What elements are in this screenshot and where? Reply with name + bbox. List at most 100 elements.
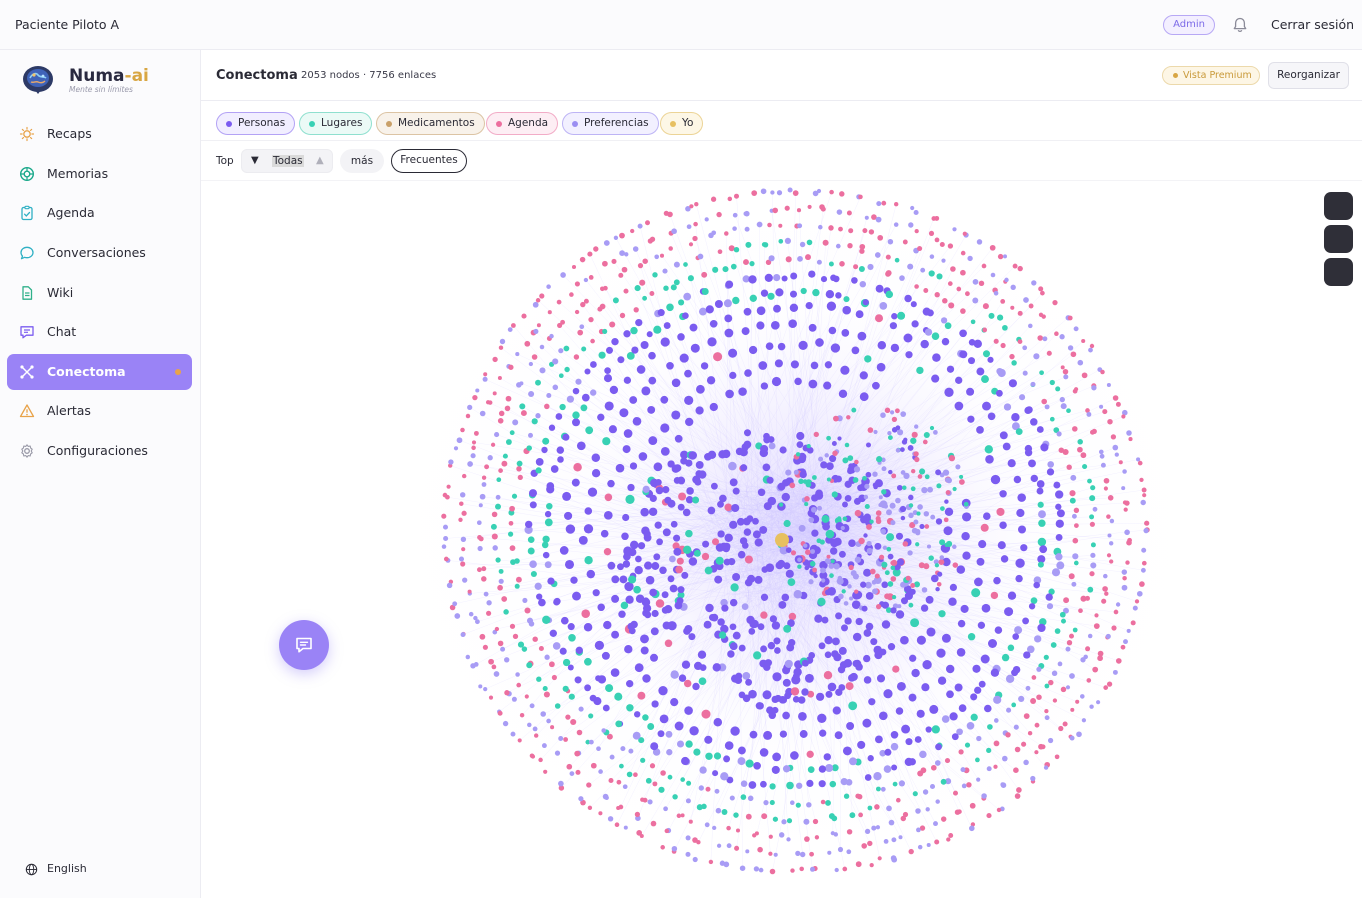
graph-node[interactable] — [676, 557, 684, 565]
graph-node[interactable] — [886, 805, 892, 812]
graph-node[interactable] — [542, 535, 550, 543]
graph-node[interactable] — [1010, 284, 1016, 290]
graph-node[interactable] — [1040, 744, 1046, 750]
graph-node[interactable] — [966, 782, 972, 788]
graph-node[interactable] — [826, 435, 831, 441]
graph-node[interactable] — [473, 615, 478, 621]
graph-node[interactable] — [847, 468, 854, 475]
graph-node[interactable] — [505, 395, 512, 402]
graph-node[interactable] — [766, 476, 774, 484]
graph-node[interactable] — [925, 595, 934, 604]
graph-node[interactable] — [867, 755, 874, 762]
graph-node[interactable] — [558, 348, 564, 354]
graph-node[interactable] — [661, 606, 669, 614]
graph-node[interactable] — [675, 565, 683, 574]
graph-node[interactable] — [887, 238, 894, 245]
graph-node[interactable] — [922, 789, 929, 795]
graph-node[interactable] — [940, 317, 948, 324]
graph-node[interactable] — [911, 320, 919, 328]
graph-node[interactable] — [996, 507, 1005, 516]
graph-node[interactable] — [980, 523, 989, 532]
graph-node[interactable] — [949, 712, 958, 721]
graph-node[interactable] — [867, 263, 874, 270]
graph-node[interactable] — [1022, 345, 1028, 351]
graph-node[interactable] — [1027, 730, 1033, 736]
graph-node[interactable] — [987, 356, 994, 363]
graph-node[interactable] — [672, 794, 678, 800]
graph-node[interactable] — [749, 619, 758, 629]
graph-node[interactable] — [767, 436, 775, 443]
graph-node[interactable] — [930, 514, 936, 520]
graph-node[interactable] — [832, 706, 841, 715]
graph-node[interactable] — [1041, 398, 1048, 405]
graph-node[interactable] — [1011, 360, 1017, 366]
graph-node[interactable] — [895, 707, 904, 715]
graph-node[interactable] — [936, 581, 942, 587]
graph-node[interactable] — [990, 272, 996, 278]
graph-node[interactable] — [820, 276, 828, 283]
graph-node[interactable] — [539, 293, 545, 299]
graph-node[interactable] — [882, 545, 888, 550]
graph-node[interactable] — [846, 415, 851, 420]
graph-node[interactable] — [1070, 351, 1077, 358]
graph-node[interactable] — [760, 444, 769, 454]
graph-node[interactable] — [747, 574, 756, 583]
graph-node[interactable] — [829, 189, 834, 195]
graph-node[interactable] — [866, 540, 872, 547]
graph-node[interactable] — [965, 291, 970, 297]
graph-node[interactable] — [881, 200, 887, 206]
graph-node[interactable] — [842, 866, 848, 872]
graph-node[interactable] — [901, 724, 911, 734]
graph-node[interactable] — [852, 477, 859, 483]
graph-node[interactable] — [764, 659, 772, 667]
graph-node[interactable] — [655, 599, 665, 608]
graph-node[interactable] — [657, 309, 665, 317]
graph-node[interactable] — [552, 358, 559, 365]
graph-node[interactable] — [1085, 646, 1091, 652]
graph-node[interactable] — [1044, 715, 1050, 721]
graph-node[interactable] — [784, 205, 790, 211]
graph-node[interactable] — [986, 766, 992, 772]
graph-node[interactable] — [896, 558, 905, 566]
graph-node[interactable] — [660, 395, 669, 404]
graph-node[interactable] — [778, 238, 784, 244]
graph-node[interactable] — [670, 698, 679, 707]
graph-node[interactable] — [1047, 461, 1055, 468]
graph-node[interactable] — [441, 513, 447, 519]
graph-node[interactable] — [910, 486, 916, 492]
graph-node[interactable] — [516, 460, 523, 467]
graph-node[interactable] — [908, 494, 914, 501]
graph-node[interactable] — [788, 639, 796, 647]
graph-node[interactable] — [1055, 386, 1061, 392]
graph-node[interactable] — [468, 611, 474, 617]
graph-node[interactable] — [1039, 545, 1048, 554]
graph-node[interactable] — [962, 551, 971, 560]
graph-node[interactable] — [724, 503, 733, 512]
graph-node[interactable] — [927, 486, 934, 493]
graph-node[interactable] — [948, 597, 957, 606]
graph-node[interactable] — [667, 211, 673, 218]
graph-node[interactable] — [793, 469, 799, 475]
graph-node[interactable] — [509, 505, 515, 512]
graph-node[interactable] — [732, 226, 737, 231]
graph-node[interactable] — [976, 239, 983, 245]
graph-node[interactable] — [588, 713, 594, 719]
graph-node[interactable] — [934, 760, 941, 766]
graph-node[interactable] — [578, 706, 584, 712]
graph-node[interactable] — [442, 524, 449, 530]
graph-node[interactable] — [982, 327, 988, 333]
graph-node[interactable] — [723, 299, 732, 308]
graph-node[interactable] — [951, 733, 959, 741]
graph-node[interactable] — [848, 539, 856, 548]
graph-node[interactable] — [664, 828, 670, 834]
graph-node[interactable] — [861, 843, 867, 849]
graph-node[interactable] — [804, 836, 810, 842]
graph-node[interactable] — [1017, 493, 1026, 502]
graph-node[interactable] — [760, 611, 768, 619]
graph-node[interactable] — [814, 614, 823, 623]
graph-node[interactable] — [743, 211, 748, 216]
graph-node[interactable] — [949, 583, 958, 591]
graph-node[interactable] — [1062, 721, 1068, 727]
graph-node[interactable] — [1143, 527, 1149, 534]
graph-node[interactable] — [825, 589, 831, 596]
